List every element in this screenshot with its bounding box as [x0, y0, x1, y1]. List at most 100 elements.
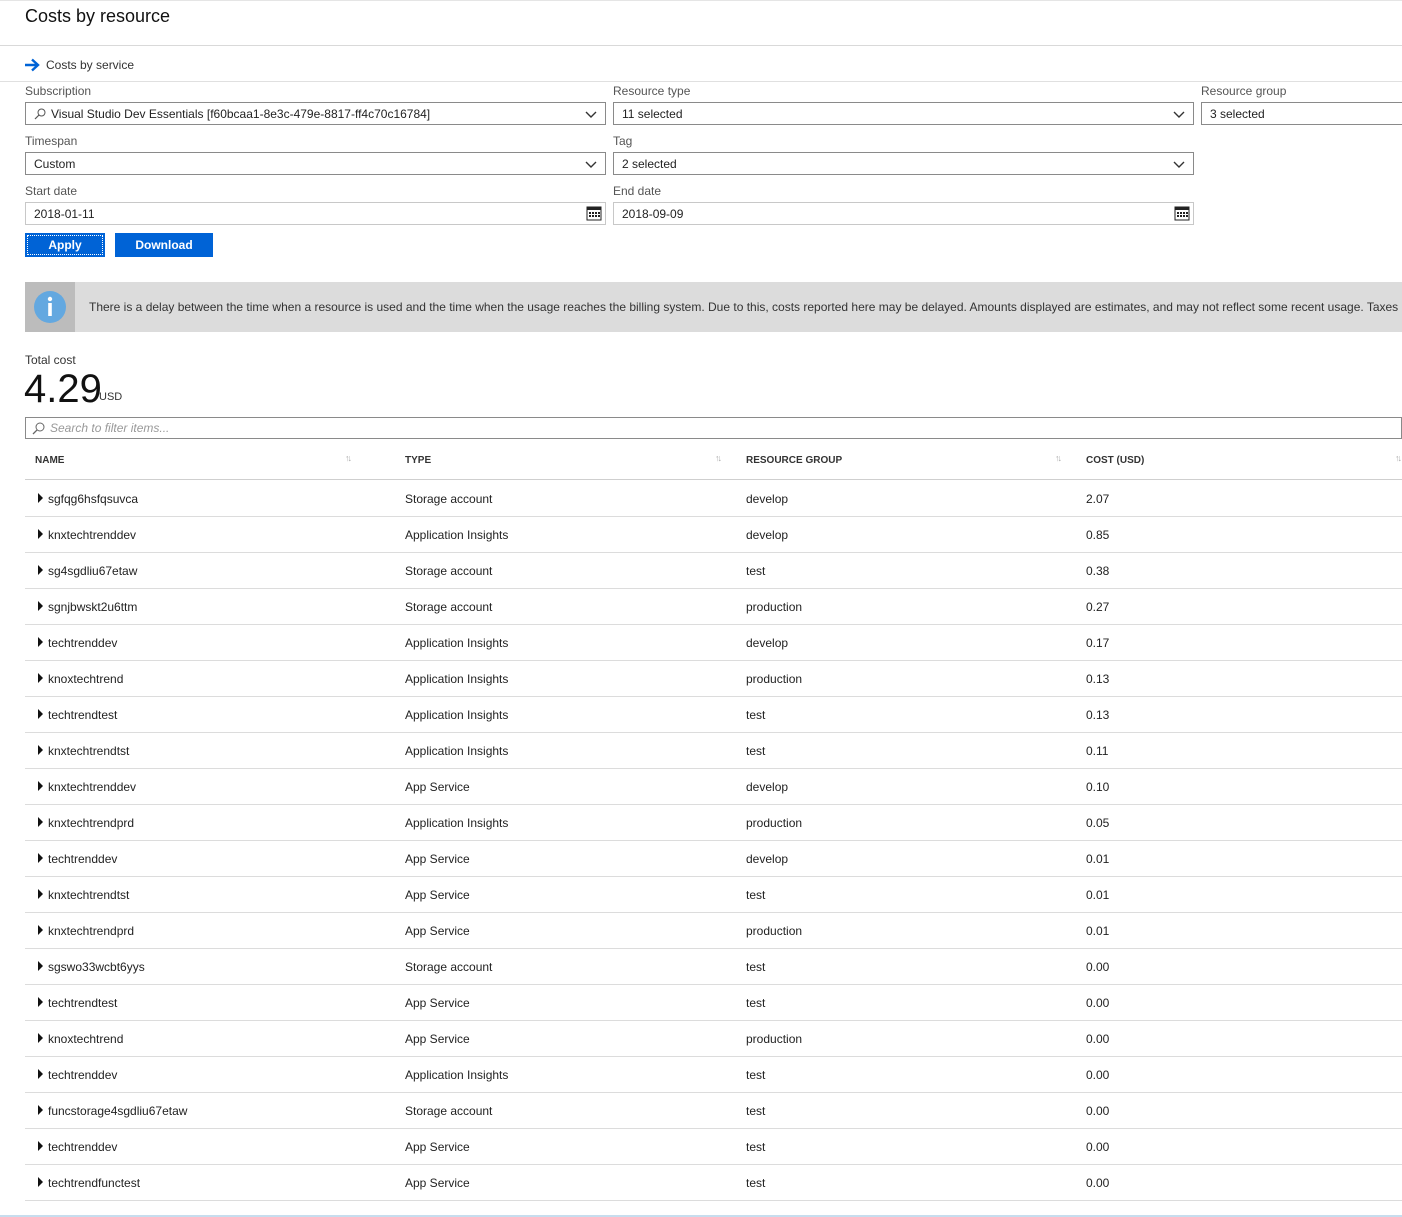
caret-right-icon[interactable]	[38, 1069, 43, 1079]
table-row[interactable]: techtrenddev Application Insights develop 0…	[25, 625, 1402, 661]
start-date-input[interactable]: 2018-01-11	[25, 202, 606, 225]
download-button[interactable]: Download	[115, 233, 213, 257]
row-resource-group: test	[746, 744, 766, 758]
table-row[interactable]: knxtechtrenddev App Service develop 0.10	[25, 769, 1402, 805]
caret-right-icon[interactable]	[38, 709, 43, 719]
column-header-name[interactable]: NAME	[35, 455, 64, 466]
chevron-down-icon	[1173, 111, 1185, 118]
table-row[interactable]: sgfqg6hsfqsuvca Storage account develop 2.0…	[25, 481, 1402, 517]
sort-icon[interactable]: ↑↓	[1055, 453, 1062, 463]
caret-right-icon[interactable]	[38, 673, 43, 683]
table-row[interactable]: techtrendtest App Service test 0.00	[25, 985, 1402, 1021]
caret-right-icon[interactable]	[38, 889, 43, 899]
calendar-icon[interactable]	[586, 206, 602, 221]
caret-right-icon[interactable]	[38, 745, 43, 755]
total-cost-value: 4.29	[24, 367, 102, 411]
calendar-icon[interactable]	[1174, 206, 1190, 221]
caret-right-icon[interactable]	[38, 817, 43, 827]
row-cost: 0.27	[1086, 600, 1110, 614]
tag-label: Tag	[613, 134, 633, 148]
subscription-select[interactable]: Visual Studio Dev Essentials [f60bcaa1-8…	[25, 102, 606, 125]
table-row[interactable]: knxtechtrenddev Application Insights devel…	[25, 517, 1402, 553]
row-cost: 0.00	[1086, 1176, 1110, 1190]
tag-select[interactable]: 2 selected	[613, 152, 1194, 175]
table-row[interactable]: sgnjbwskt2u6ttm Storage account production…	[25, 589, 1402, 625]
row-cost: 0.00	[1086, 1068, 1110, 1082]
row-cost: 0.11	[1086, 744, 1109, 758]
top-border	[0, 0, 1402, 1]
row-name: sgswo33wcbt6yys	[48, 960, 145, 974]
search-icon	[32, 422, 45, 434]
row-type: Application Insights	[405, 744, 509, 758]
column-header-type[interactable]: TYPE	[405, 455, 431, 466]
caret-right-icon[interactable]	[38, 637, 43, 647]
table-row[interactable]: sgswo33wcbt6yys Storage account test 0.00	[25, 949, 1402, 985]
caret-right-icon[interactable]	[38, 1177, 43, 1187]
start-date-value: 2018-01-11	[34, 206, 95, 221]
caret-right-icon[interactable]	[38, 925, 43, 935]
row-name: knoxtechtrend	[48, 672, 124, 686]
caret-right-icon[interactable]	[38, 493, 43, 503]
caret-right-icon[interactable]	[38, 997, 43, 1007]
caret-right-icon[interactable]	[38, 961, 43, 971]
row-cost: 0.17	[1086, 636, 1110, 650]
caret-right-icon[interactable]	[38, 601, 43, 611]
table-row[interactable]: techtrenddev Application Insights test 0.00	[25, 1057, 1402, 1093]
column-header-resource-group[interactable]: RESOURCE GROUP	[746, 455, 842, 466]
row-resource-group: test	[746, 1068, 766, 1082]
sort-icon[interactable]: ↑↓	[715, 453, 722, 463]
table-row[interactable]: knoxtechtrend App Service production 0.00	[25, 1021, 1402, 1057]
table-row[interactable]: knxtechtrendtst Application Insights test 0…	[25, 733, 1402, 769]
caret-right-icon[interactable]	[38, 781, 43, 791]
subscription-label: Subscription	[25, 84, 92, 98]
resource-type-value: 11 selected	[622, 106, 683, 121]
row-name: knxtechtrendprd	[48, 816, 135, 830]
row-resource-group: develop	[746, 492, 789, 506]
resource-type-select[interactable]: 11 selected	[613, 102, 1194, 125]
caret-right-icon[interactable]	[38, 1105, 43, 1115]
timespan-select[interactable]: Custom	[25, 152, 606, 175]
table-row[interactable]: techtrendfunctest App Service test 0.00	[25, 1165, 1402, 1201]
tag-value: 2 selected	[622, 156, 677, 171]
row-name: techtrendtest	[48, 996, 118, 1010]
table-row[interactable]: sg4sgdliu67etaw Storage account test 0.38	[25, 553, 1402, 589]
row-type: Storage account	[405, 1104, 493, 1118]
row-resource-group: production	[746, 1032, 803, 1046]
column-header-cost[interactable]: COST (USD)	[1086, 455, 1144, 466]
costs-by-service-link[interactable]: Costs by service	[25, 56, 134, 74]
row-type: App Service	[405, 996, 470, 1010]
filter-search-input[interactable]	[50, 421, 1350, 435]
row-name: sgfqg6hsfqsuvca	[48, 492, 139, 506]
table-row[interactable]: knxtechtrendtst App Service test 0.01	[25, 877, 1402, 913]
caret-right-icon[interactable]	[38, 1141, 43, 1151]
table-row[interactable]: techtrenddev App Service develop 0.01	[25, 841, 1402, 877]
table-row[interactable]: techtrendtest Application Insights test 0.1…	[25, 697, 1402, 733]
sort-icon[interactable]: ↑↓	[345, 453, 352, 463]
table-row[interactable]: knoxtechtrend Application Insights product…	[25, 661, 1402, 697]
row-name: sg4sgdliu67etaw	[48, 564, 138, 578]
end-date-value: 2018-09-09	[622, 206, 684, 221]
info-icon	[34, 291, 66, 323]
subscription-value: Visual Studio Dev Essentials [f60bcaa1-8…	[51, 106, 431, 121]
table-row[interactable]: knxtechtrendprd App Service production 0.01	[25, 913, 1402, 949]
end-date-input[interactable]: 2018-09-09	[613, 202, 1194, 225]
table-row[interactable]: knxtechtrendprd Application Insights produ…	[25, 805, 1402, 841]
row-resource-group: test	[746, 1176, 766, 1190]
row-type: Storage account	[405, 960, 493, 974]
resource-group-select[interactable]: 3 selected	[1201, 102, 1402, 125]
caret-right-icon[interactable]	[38, 529, 43, 539]
sort-icon[interactable]: ↑↓	[1395, 453, 1402, 463]
row-cost: 0.01	[1086, 924, 1110, 938]
caret-right-icon[interactable]	[38, 565, 43, 575]
row-resource-group: test	[746, 708, 766, 722]
caret-right-icon[interactable]	[38, 853, 43, 863]
filter-search-box[interactable]	[25, 417, 1402, 439]
resource-type-label: Resource type	[613, 84, 691, 98]
table-row[interactable]: techtrenddev App Service test 0.00	[25, 1129, 1402, 1165]
timespan-label: Timespan	[25, 134, 78, 148]
table-row[interactable]: funcstorage4sgdliu67etaw Storage account t…	[25, 1093, 1402, 1129]
info-banner: There is a delay between the time when a…	[25, 282, 1402, 332]
row-cost: 0.00	[1086, 996, 1110, 1010]
caret-right-icon[interactable]	[38, 1033, 43, 1043]
apply-button[interactable]: Apply	[25, 233, 105, 257]
